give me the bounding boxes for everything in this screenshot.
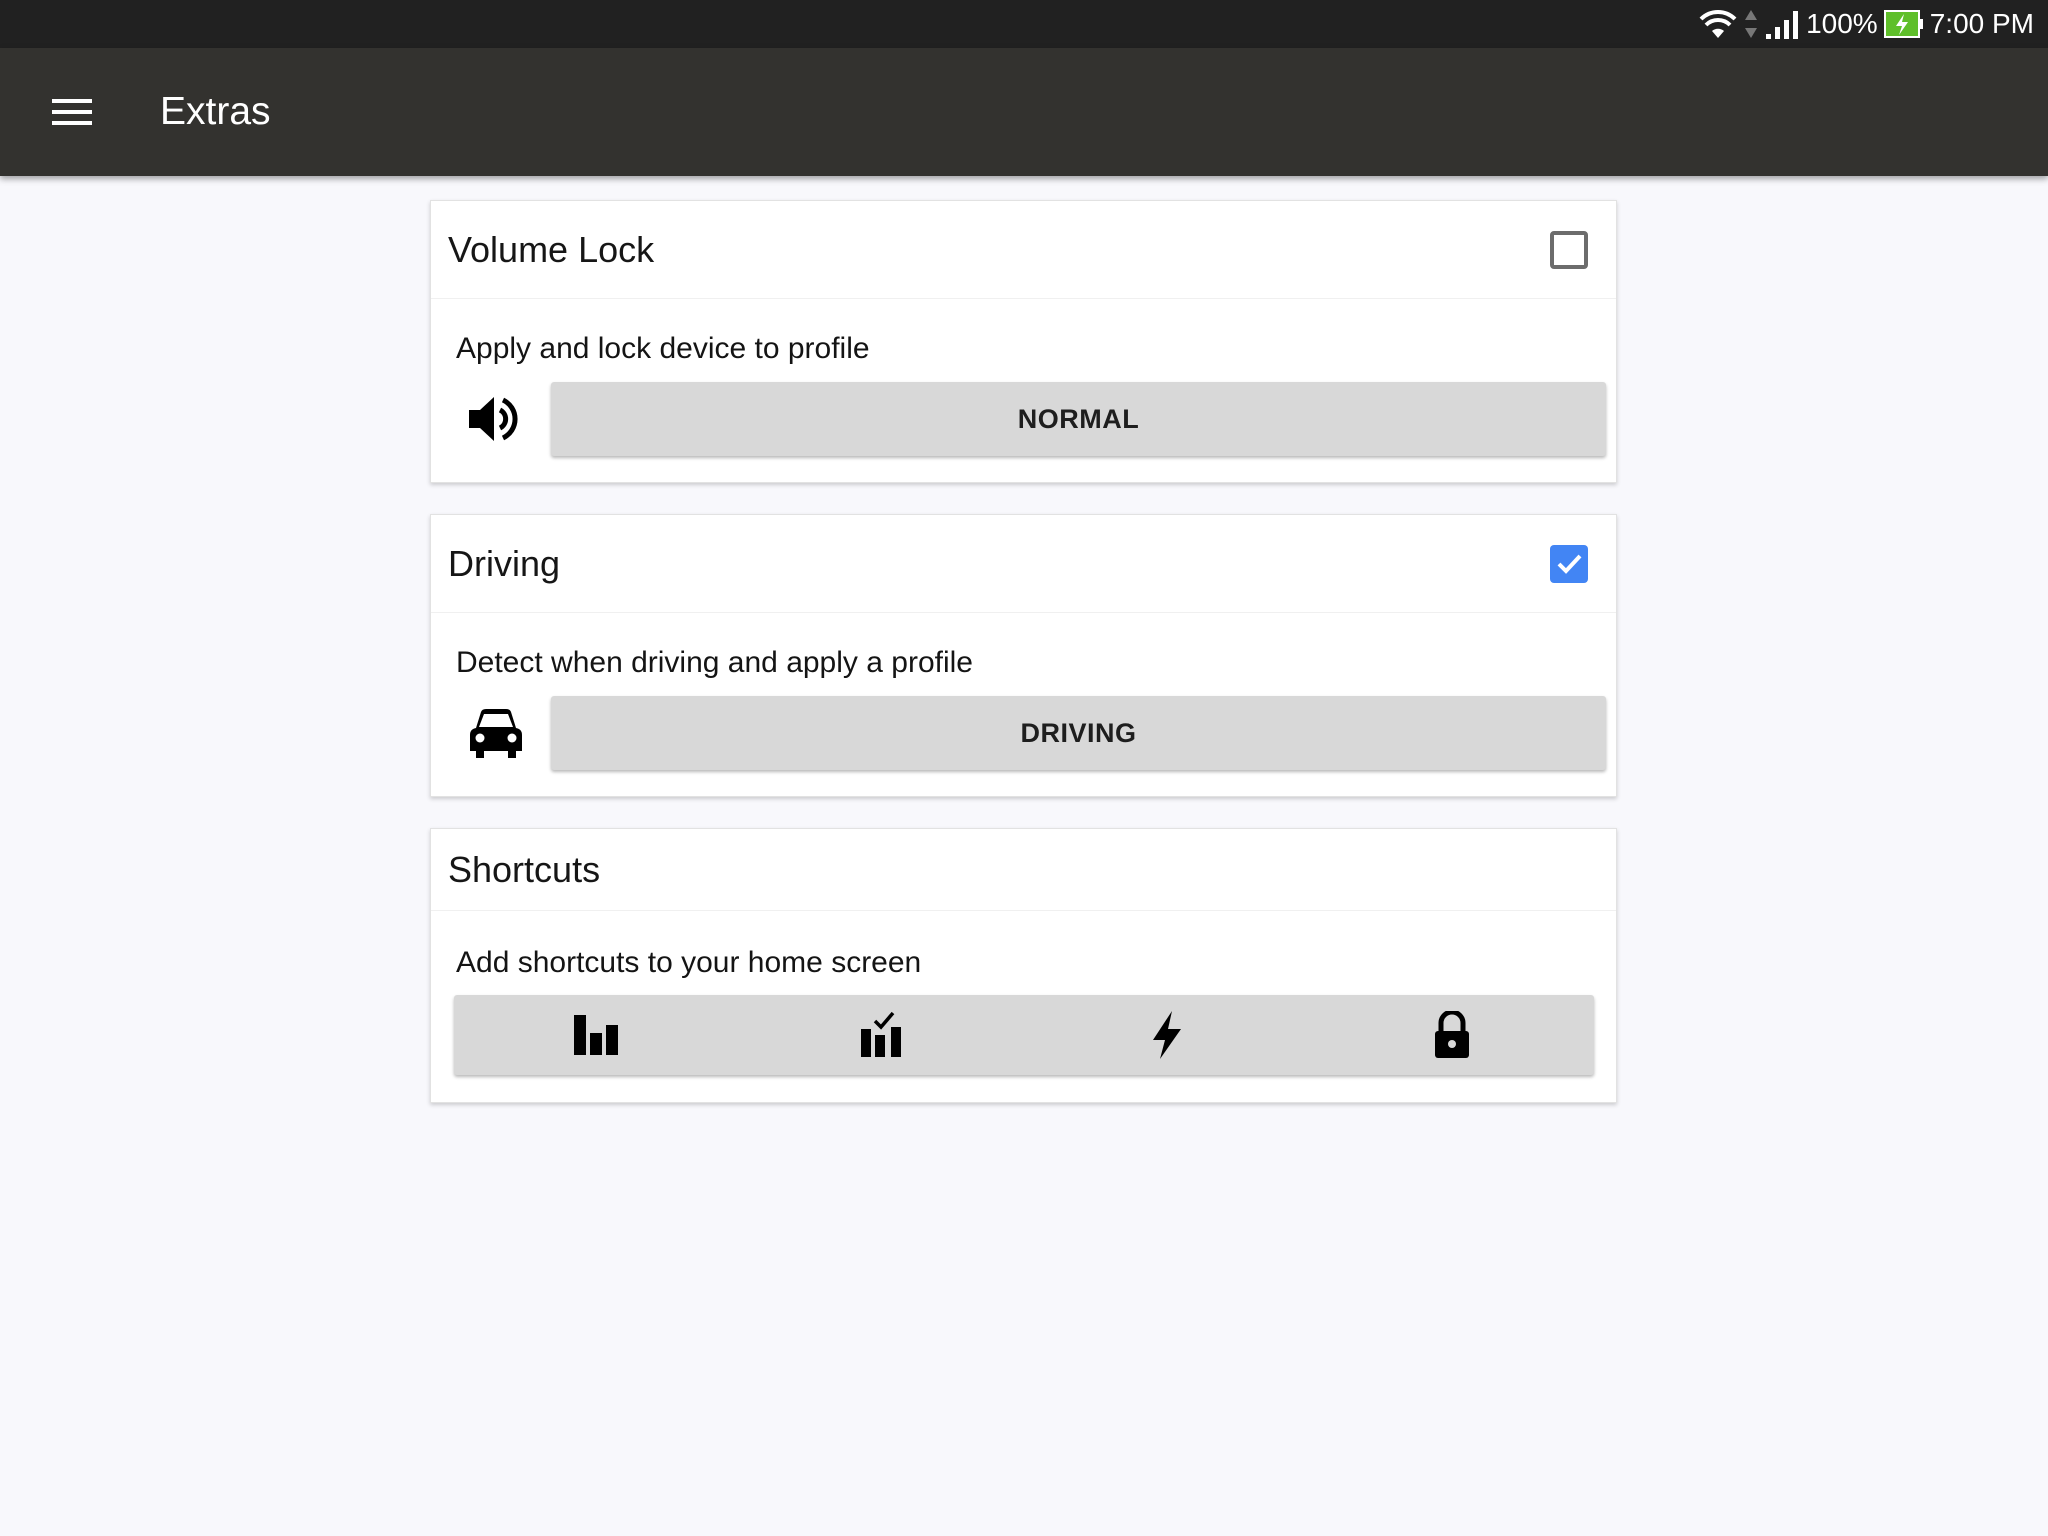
driving-profile-button[interactable]: DRIVING xyxy=(551,696,1606,770)
page-title: Extras xyxy=(160,90,271,133)
driving-card: Driving Detect when driving and apply a … xyxy=(430,514,1617,797)
battery-percent: 100% xyxy=(1806,8,1878,39)
shortcuts-bar xyxy=(454,995,1594,1075)
hamburger-menu-icon xyxy=(52,99,92,125)
volume-icon xyxy=(469,397,518,441)
volume-lock-title: Volume Lock xyxy=(448,228,655,270)
volume-lock-header: Volume Lock xyxy=(431,201,1616,299)
lock-icon xyxy=(1434,1011,1469,1058)
check-icon xyxy=(1557,554,1582,574)
shortcut-lock[interactable] xyxy=(1309,995,1594,1075)
flash-icon xyxy=(1152,1011,1181,1059)
volume-lock-description: Apply and lock device to profile xyxy=(456,332,870,365)
data-arrows-icon xyxy=(1745,10,1758,38)
shortcut-flash[interactable] xyxy=(1024,995,1309,1075)
driving-checkbox[interactable] xyxy=(1550,544,1588,583)
wifi-icon xyxy=(1699,9,1737,38)
driving-title: Driving xyxy=(448,542,561,584)
volume-lock-checkbox[interactable] xyxy=(1550,230,1588,269)
shortcuts-description: Add shortcuts to your home screen xyxy=(456,946,922,979)
shortcuts-card: Shortcuts Add shortcuts to your home scr… xyxy=(430,828,1617,1103)
shortcuts-header: Shortcuts xyxy=(431,829,1616,911)
shortcut-stats-check[interactable] xyxy=(739,995,1024,1075)
car-icon xyxy=(470,709,522,758)
signal-icon xyxy=(1766,11,1799,39)
driving-description: Detect when driving and apply a profile xyxy=(456,646,973,679)
bar-chart-check-icon xyxy=(860,1011,901,1057)
shortcuts-title: Shortcuts xyxy=(448,848,601,890)
menu-button[interactable] xyxy=(36,76,108,148)
volume-lock-card: Volume Lock Apply and lock device to pro… xyxy=(430,200,1617,483)
clock: 7:00 PM xyxy=(1929,8,2034,39)
shortcut-stats[interactable] xyxy=(454,995,739,1075)
driving-header: Driving xyxy=(431,515,1616,613)
volume-lock-profile-button[interactable]: NORMAL xyxy=(551,382,1606,456)
bar-chart-icon xyxy=(573,1015,618,1055)
app-bar: Extras xyxy=(0,48,2048,176)
status-bar: 100% 7:00 PM xyxy=(0,0,2048,48)
battery-charging-icon xyxy=(1883,10,1923,38)
